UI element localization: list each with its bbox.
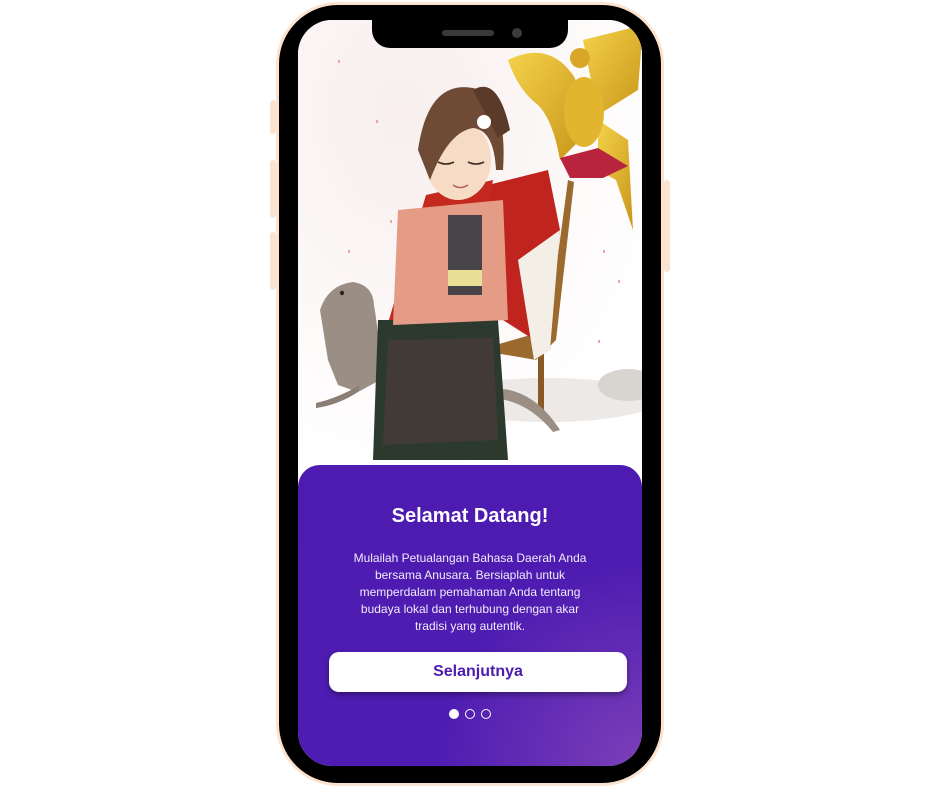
- phone-power-button: [664, 180, 670, 272]
- phone-side-button: [270, 232, 276, 290]
- pagination-dot-3[interactable]: [481, 709, 491, 719]
- welcome-illustration: [298, 20, 642, 480]
- welcome-card: Selamat Datang! Mulailah Petualangan Bah…: [298, 465, 642, 766]
- welcome-title: Selamat Datang!: [391, 505, 549, 527]
- phone-side-button: [270, 160, 276, 218]
- pagination-dot-1[interactable]: [449, 709, 459, 719]
- app-screen: Selamat Datang! Mulailah Petualangan Bah…: [298, 20, 642, 766]
- phone-notch: [372, 20, 568, 48]
- welcome-description: Mulailah Petualangan Bahasa Daerah Anda …: [353, 551, 587, 633]
- pagination-dot-2[interactable]: [465, 709, 475, 719]
- next-button[interactable]: Selanjutnya: [329, 652, 627, 692]
- pagination-dots: [298, 709, 642, 719]
- phone-side-button: [270, 100, 276, 134]
- front-camera: [512, 28, 522, 38]
- speaker-grille: [442, 30, 494, 36]
